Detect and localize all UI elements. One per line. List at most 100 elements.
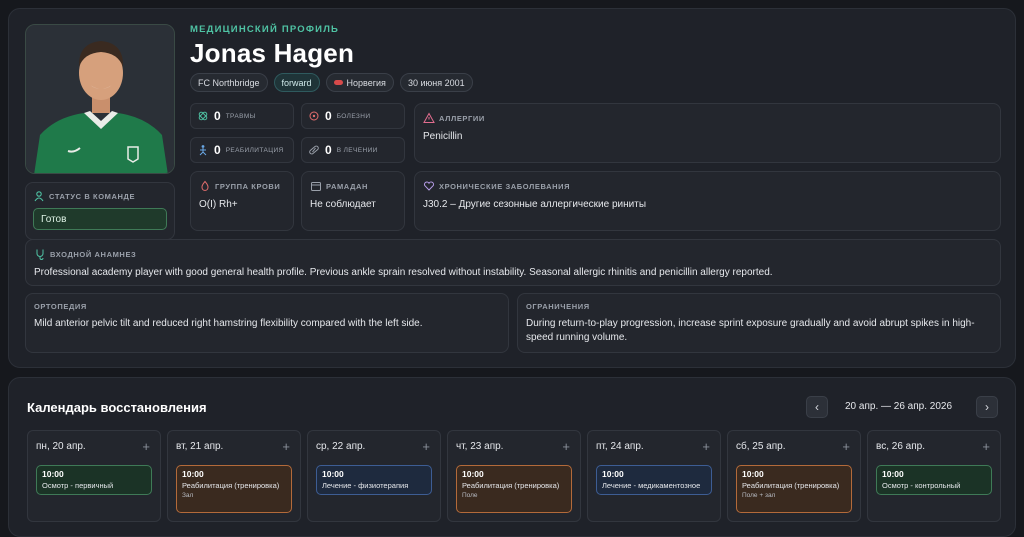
player-photo xyxy=(25,24,175,174)
add-event-icon[interactable]: + xyxy=(982,439,990,454)
warning-icon xyxy=(423,112,435,123)
chronic-label-row: ХРОНИЧЕСКИЕ ЗАБОЛЕВАНИЯ xyxy=(423,180,992,192)
event-location: Зал xyxy=(182,492,194,499)
team-status-label-row: СТАТУС В КОМАНДЕ xyxy=(33,190,167,202)
event-title: Реабилитация (тренировка) xyxy=(742,481,840,490)
prev-week-button[interactable]: ‹ xyxy=(806,396,828,418)
add-event-icon[interactable]: + xyxy=(142,439,150,454)
day-label: сб, 25 апр. xyxy=(736,441,786,452)
position-chip: forward xyxy=(273,73,320,92)
allergies-value: Penicillin xyxy=(423,131,463,142)
add-event-icon[interactable]: + xyxy=(562,439,570,454)
event-title: Лечение - физиотерапия xyxy=(322,481,409,490)
calendar-event[interactable]: 10:00 Лечение - физиотерапия xyxy=(316,465,432,495)
event-time: 10:00 xyxy=(182,469,204,479)
treatment-count: 0 xyxy=(325,143,332,157)
stethoscope-icon xyxy=(36,249,44,260)
event-location: Поле + зал xyxy=(742,492,776,499)
team-status-card: СТАТУС В КОМАНДЕ Готов xyxy=(25,182,175,240)
stat-rehab[interactable]: 0 РЕАБИЛИТАЦИЯ xyxy=(190,137,294,163)
calendar-day[interactable]: вт, 21 апр. +10:00 Реабилитация (тренировк… xyxy=(167,430,301,522)
allergies-label-row: АЛЛЕРГИИ xyxy=(423,112,992,124)
event-time: 10:00 xyxy=(322,469,344,479)
calendar-icon xyxy=(311,182,321,191)
country-name: Норвегия xyxy=(346,77,386,88)
stat-injuries[interactable]: 0 ТРАВМЫ xyxy=(190,103,294,129)
calendar-day[interactable]: ср, 22 апр. +10:00 Лечение - физиотерапия xyxy=(307,430,441,522)
ortho-label: ОРТОПЕДИЯ xyxy=(34,302,87,311)
add-event-icon[interactable]: + xyxy=(702,439,710,454)
add-event-icon[interactable]: + xyxy=(282,439,290,454)
bandage-icon xyxy=(198,111,208,121)
calendar-event[interactable]: 10:00 Реабилитация (тренировка) Поле xyxy=(456,465,572,513)
event-title: Лечение - медикаментозное xyxy=(602,481,701,490)
treatment-label: В ЛЕЧЕНИИ xyxy=(336,146,378,154)
team-status-select[interactable]: Готов xyxy=(33,208,167,230)
blood-label-row: ГРУППА КРОВИ xyxy=(199,180,285,192)
limits-value: During return-to-play progression, incre… xyxy=(526,318,975,343)
chronic-value: J30.2 – Другие сезонные аллергические ри… xyxy=(423,199,647,210)
player-chips: FC Northbridge forward Норвегия 30 июня … xyxy=(190,73,473,92)
next-week-button[interactable]: › xyxy=(976,396,998,418)
calendar-event[interactable]: 10:00 Лечение - медикаментозное xyxy=(596,465,712,495)
chevron-right-icon: › xyxy=(985,400,989,414)
calendar-day[interactable]: сб, 25 апр. +10:00 Реабилитация (тренировк… xyxy=(727,430,861,522)
blood-label: ГРУППА КРОВИ xyxy=(215,181,281,191)
add-event-icon[interactable]: + xyxy=(842,439,850,454)
allergies-card: АЛЛЕРГИИ Penicillin xyxy=(414,103,1001,163)
chevron-left-icon: ‹ xyxy=(815,400,819,414)
rehab-icon xyxy=(199,145,207,156)
ortho-value: Mild anterior pelvic tilt and reduced ri… xyxy=(34,318,423,329)
limits-label: ОГРАНИЧЕНИЯ xyxy=(526,302,590,311)
calendar-day[interactable]: пн, 20 апр. +10:00 Осмотр - первичный xyxy=(27,430,161,522)
ramadan-value: Не соблюдает xyxy=(310,199,376,210)
day-label: вс, 26 апр. xyxy=(876,441,925,452)
day-label: пн, 20 апр. xyxy=(36,441,86,452)
event-title: Осмотр - первичный xyxy=(42,481,114,490)
illnesses-count: 0 xyxy=(325,109,332,123)
illnesses-label: БОЛЕЗНИ xyxy=(336,112,371,120)
add-event-icon[interactable]: + xyxy=(422,439,430,454)
pill-icon xyxy=(309,145,319,155)
calendar-event[interactable]: 10:00 Осмотр - первичный xyxy=(36,465,152,495)
event-time: 10:00 xyxy=(602,469,624,479)
user-icon xyxy=(34,191,44,202)
calendar-day[interactable]: чт, 23 апр. +10:00 Реабилитация (тренировк… xyxy=(447,430,581,522)
club-name: FC Northbridge xyxy=(198,77,260,88)
dob-chip: 30 июня 2001 xyxy=(399,73,473,92)
event-title: Реабилитация (тренировка) xyxy=(182,481,280,490)
calendar-event[interactable]: 10:00 Реабилитация (тренировка) Поле + зал xyxy=(736,465,852,513)
injuries-count: 0 xyxy=(214,109,221,123)
medical-profile-panel: СТАТУС В КОМАНДЕ Готов МЕДИЦИНСКИЙ ПРОФИ… xyxy=(8,8,1016,368)
ramadan-label-row: РАМАДАН xyxy=(310,180,396,192)
country-chip: Норвегия xyxy=(325,73,394,92)
event-title: Осмотр - контрольный xyxy=(882,481,961,490)
rehab-label: РЕАБИЛИТАЦИЯ xyxy=(225,146,284,154)
week-range: 20 апр. — 26 апр. 2026 xyxy=(845,401,953,412)
event-time: 10:00 xyxy=(462,469,484,479)
player-portrait-image xyxy=(26,25,174,173)
chronic-diseases-card: ХРОНИЧЕСКИЕ ЗАБОЛЕВАНИЯ J30.2 – Другие с… xyxy=(414,171,1001,231)
anamnesis-card: ВХОДНОЙ АНАМНЕЗ Professional academy pla… xyxy=(25,239,1001,286)
day-label: вт, 21 апр. xyxy=(176,441,224,452)
calendar-event[interactable]: 10:00 Осмотр - контрольный xyxy=(876,465,992,495)
calendar-day[interactable]: пт, 24 апр. +10:00 Лечение - медикаментозн… xyxy=(587,430,721,522)
stat-illnesses[interactable]: 0 БОЛЕЗНИ xyxy=(301,103,405,129)
chronic-label: ХРОНИЧЕСКИЕ ЗАБОЛЕВАНИЯ xyxy=(439,181,571,191)
calendar-title: Календарь восстановления xyxy=(27,400,207,415)
anamnesis-label-row: ВХОДНОЙ АНАМНЕЗ xyxy=(34,248,992,260)
event-time: 10:00 xyxy=(42,469,64,479)
orthopedics-card: ОРТОПЕДИЯ Mild anterior pelvic tilt and … xyxy=(25,293,509,353)
ramadan-card: РАМАДАН Не соблюдает xyxy=(301,171,405,231)
blood-type-card: ГРУППА КРОВИ O(I) Rh+ xyxy=(190,171,294,231)
profile-eyebrow: МЕДИЦИНСКИЙ ПРОФИЛЬ xyxy=(190,24,340,35)
day-label: пт, 24 апр. xyxy=(596,441,644,452)
player-name: Jonas Hagen xyxy=(190,38,355,68)
anamnesis-label: ВХОДНОЙ АНАМНЕЗ xyxy=(50,249,137,259)
heart-icon xyxy=(423,181,435,191)
recovery-calendar-panel: Календарь восстановления ‹ 20 апр. — 26 … xyxy=(8,377,1016,537)
calendar-day[interactable]: вс, 26 апр. +10:00 Осмотр - контрольный xyxy=(867,430,1001,522)
stat-treatment[interactable]: 0 В ЛЕЧЕНИИ xyxy=(301,137,405,163)
date-of-birth: 30 июня 2001 xyxy=(407,77,465,88)
calendar-event[interactable]: 10:00 Реабилитация (тренировка) Зал xyxy=(176,465,292,513)
